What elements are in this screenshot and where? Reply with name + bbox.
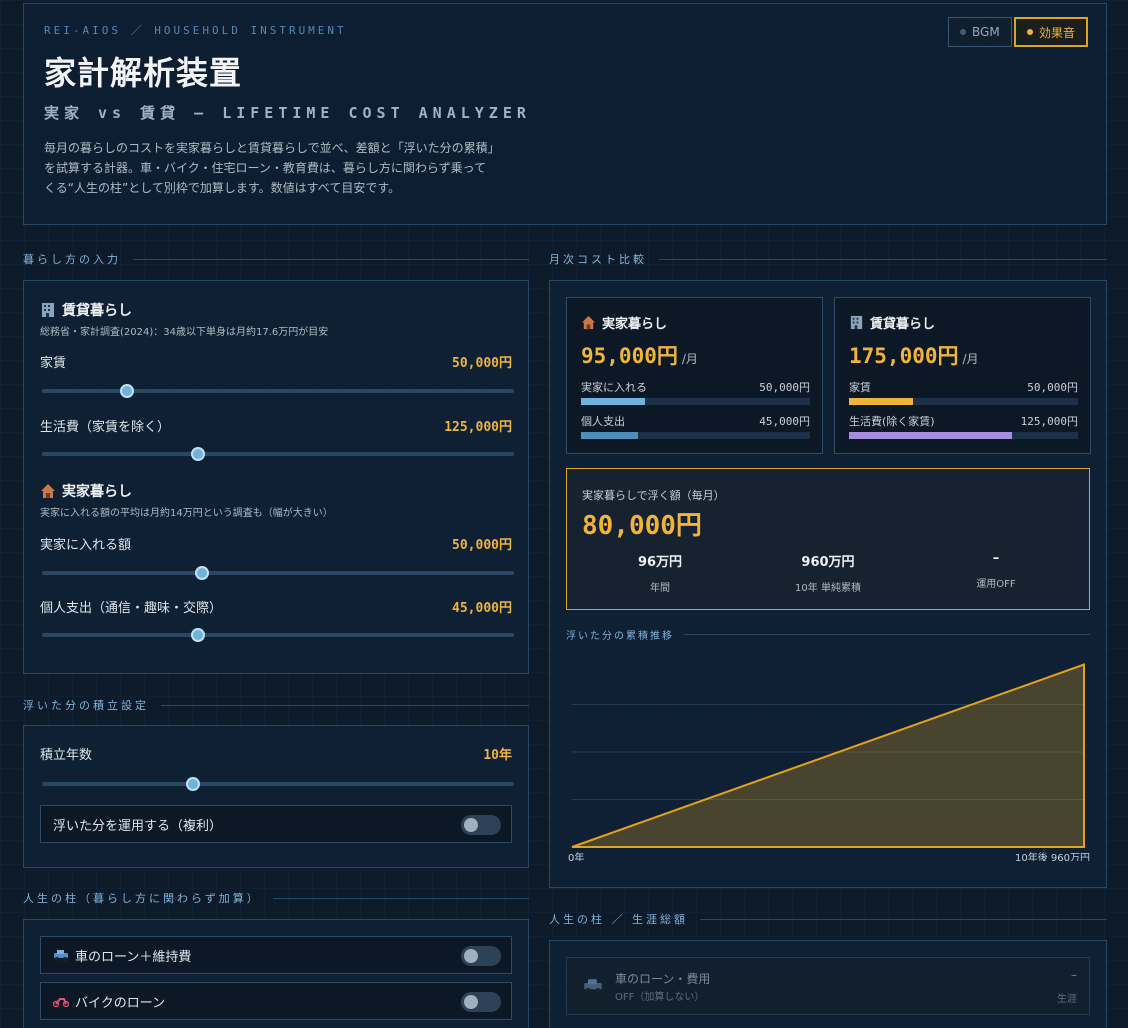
building-icon xyxy=(850,315,863,330)
rent-label: 家賃 xyxy=(40,356,67,371)
rent-group-note: 総務省・家計調査(2024)：34歳以下単身は月約17.6万円が目安 xyxy=(40,327,329,338)
sound-effect-button[interactable]: 効果音 xyxy=(1014,17,1089,47)
home-breakdown-row: 個人支出 45,000円 xyxy=(581,415,810,428)
living-cost-slider[interactable] xyxy=(42,447,514,461)
saving-stat-invest: – 運用OFF xyxy=(976,551,1016,590)
savings-settings-panel: 積立年数 10年 浮いた分を運用する（複利） xyxy=(23,725,529,868)
lifetime-item-title: 車のローン・費用 xyxy=(615,972,711,986)
living-cost-label: 生活費（家賃を除く） xyxy=(40,420,171,435)
saving-stat-annual: 96万円 年間 xyxy=(637,555,683,594)
home-group-note: 実家に入れる額の平均は月約14万円という調査も（幅が大きい） xyxy=(40,508,333,519)
personal-spend-value: 45,000円 xyxy=(452,601,512,616)
car-icon xyxy=(54,950,68,961)
car-loan-label: 車のローン＋維持費 xyxy=(75,949,192,965)
rent-breakdown-bar xyxy=(849,432,1078,439)
rent-breakdown-bar xyxy=(849,398,1078,405)
cumulative-savings-chart: 0年 10年後 960万円 xyxy=(568,663,1090,861)
bgm-button[interactable]: BGM xyxy=(948,17,1012,47)
home-breakdown-row: 実家に入れる 50,000円 xyxy=(581,381,810,394)
house-icon xyxy=(581,315,596,330)
home-contribution-label: 実家に入れる額 xyxy=(40,538,132,553)
chart-x-end-label: 10年後 960万円 xyxy=(1015,851,1090,861)
section-label-savings: 浮いた分の積立設定 xyxy=(23,697,529,713)
years-label: 積立年数 xyxy=(40,748,93,763)
slider-thumb[interactable] xyxy=(119,384,134,398)
home-breakdown-bar xyxy=(581,398,810,405)
years-slider[interactable] xyxy=(42,777,514,791)
car-loan-switch[interactable] xyxy=(461,946,501,966)
home-card-title: 実家暮らし xyxy=(581,313,667,332)
monthly-comparison-panel: 実家暮らし 95,000円/月 実家に入れる 50,000円 個人支出 45,000… xyxy=(549,280,1107,888)
rent-value: 50,000円 xyxy=(452,356,512,371)
bike-loan-toggle-row[interactable]: バイクのローン xyxy=(40,982,512,1020)
rent-card-title: 賃貸暮らし xyxy=(849,313,935,332)
rent-breakdown-row: 生活費(除く家賃) 125,000円 xyxy=(849,415,1078,428)
bike-loan-switch[interactable] xyxy=(461,992,501,1012)
section-label-pillars: 人生の柱（暮らし方に関わらず加算） xyxy=(23,890,529,906)
slider-thumb[interactable] xyxy=(195,566,210,580)
lifetime-item-car: 車のローン・費用 OFF（加算しない） – 生涯 xyxy=(566,957,1090,1015)
app-header: REI-AIOS ／ HOUSEHOLD INSTRUMENT 家計解析装置 実… xyxy=(23,3,1107,225)
pillars-input-panel: 車のローン＋維持費 バイクのローン xyxy=(23,919,529,1028)
home-card-amount: 95,000円/月 xyxy=(581,344,698,368)
invest-toggle-label: 浮いた分を運用する（複利） xyxy=(53,818,223,834)
home-breakdown-bar xyxy=(581,432,810,439)
invest-switch[interactable] xyxy=(461,815,501,835)
breadcrumb: REI-AIOS ／ HOUSEHOLD INSTRUMENT xyxy=(44,24,347,37)
home-cost-card: 実家暮らし 95,000円/月 実家に入れる 50,000円 個人支出 45,000… xyxy=(566,297,823,454)
years-value: 10年 xyxy=(483,748,512,763)
slider-thumb[interactable] xyxy=(186,777,201,791)
bike-loan-label: バイクのローン xyxy=(75,995,166,1011)
car-loan-toggle-row[interactable]: 車のローン＋維持費 xyxy=(40,936,512,974)
rent-cost-card: 賃貸暮らし 175,000円/月 家賃 50,000円 生活費(除く家賃) 125,… xyxy=(834,297,1091,454)
car-icon xyxy=(584,979,602,993)
page-description: 毎月の暮らしのコストを実家暮らしと賃貸暮らしで並べ、差額と「浮いた分の累積」を試… xyxy=(44,141,494,195)
section-label-inputs: 暮らし方の入力 xyxy=(23,251,529,267)
living-cost-value: 125,000円 xyxy=(444,420,512,435)
personal-spend-label: 個人支出（通信・趣味・交際） xyxy=(40,601,223,616)
saving-label: 実家暮らしで浮く額（毎月） xyxy=(582,489,725,502)
monthly-saving-box: 実家暮らしで浮く額（毎月） 80,000円 96万円 年間 960万円 10年 … xyxy=(566,468,1090,610)
invest-toggle-row[interactable]: 浮いた分を運用する（複利） xyxy=(40,805,512,843)
bgm-label: BGM xyxy=(972,25,1000,39)
rent-card-amount: 175,000円/月 xyxy=(849,344,979,368)
chart-section-label: 浮いた分の累積推移 xyxy=(566,627,1090,642)
lifetime-panel: 車のローン・費用 OFF（加算しない） – 生涯 xyxy=(549,940,1107,1028)
saving-amount: 80,000円 xyxy=(582,511,702,541)
lifetime-item-unit: 生涯 xyxy=(1057,994,1077,1005)
house-icon xyxy=(41,484,55,498)
rent-slider[interactable] xyxy=(42,384,514,398)
slider-thumb[interactable] xyxy=(190,628,205,642)
page-title: 家計解析装置 xyxy=(44,54,243,92)
lifetime-item-status: OFF（加算しない） xyxy=(615,992,705,1003)
lifestyle-input-panel: 賃貸暮らし 総務省・家計調査(2024)：34歳以下単身は月約17.6万円が目安… xyxy=(23,280,529,674)
personal-spend-slider[interactable] xyxy=(42,628,514,642)
slider-thumb[interactable] xyxy=(190,447,205,461)
rent-breakdown-row: 家賃 50,000円 xyxy=(849,381,1078,394)
lifetime-item-value: – xyxy=(1071,968,1077,982)
chart-x-start-label: 0年 xyxy=(568,851,584,861)
status-dot-icon xyxy=(960,29,966,35)
home-contribution-slider[interactable] xyxy=(42,566,514,580)
saving-stat-cumulative: 960万円 10年 単純累積 xyxy=(795,555,861,594)
status-dot-icon xyxy=(1027,29,1033,35)
section-label-lifetime: 人生の柱 ／ 生涯総額 xyxy=(549,911,1107,927)
home-contribution-value: 50,000円 xyxy=(452,538,512,553)
home-group-title: 実家暮らし xyxy=(40,481,132,501)
building-icon xyxy=(42,303,54,317)
rent-group-title: 賃貸暮らし xyxy=(40,300,132,320)
page-subtitle: 実家 vs 賃貸 – LIFETIME COST ANALYZER xyxy=(44,104,531,122)
motorbike-icon xyxy=(53,998,69,1007)
section-label-monthly: 月次コスト比較 xyxy=(549,251,1107,267)
sound-effect-label: 効果音 xyxy=(1039,25,1076,40)
